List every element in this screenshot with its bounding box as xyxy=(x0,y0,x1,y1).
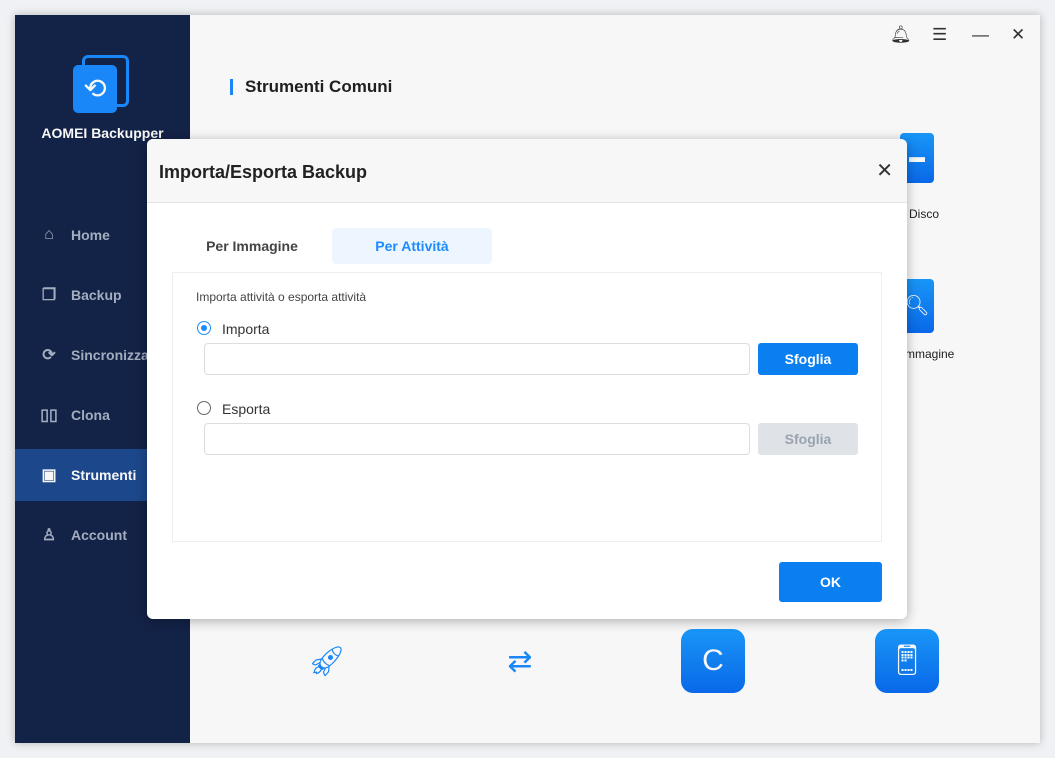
tab-per-attivita[interactable]: Per Attività xyxy=(332,228,492,264)
ok-button[interactable]: OK xyxy=(779,562,882,602)
export-browse-button[interactable]: Sfoglia xyxy=(758,423,858,455)
export-label[interactable]: Esporta xyxy=(222,401,270,417)
import-path-input[interactable] xyxy=(204,343,750,375)
hint-text: Importa attività o esporta attività xyxy=(196,290,367,304)
import-export-dialog: Importa/Esporta Backup ✕ Per Immagine Pe… xyxy=(147,139,907,619)
export-path-input[interactable] xyxy=(204,423,750,455)
import-browse-button[interactable]: Sfoglia xyxy=(758,343,858,375)
export-radio[interactable] xyxy=(197,401,211,415)
task-panel: Importa attività o esporta attività Impo… xyxy=(172,272,882,542)
dialog-title: Importa/Esporta Backup xyxy=(159,162,368,182)
import-label[interactable]: Importa xyxy=(222,321,269,337)
dialog-header: Importa/Esporta Backup ✕ xyxy=(147,139,907,203)
close-icon[interactable]: ✕ xyxy=(876,158,893,183)
tab-per-immagine[interactable]: Per Immagine xyxy=(172,228,332,264)
import-radio[interactable] xyxy=(197,321,211,335)
